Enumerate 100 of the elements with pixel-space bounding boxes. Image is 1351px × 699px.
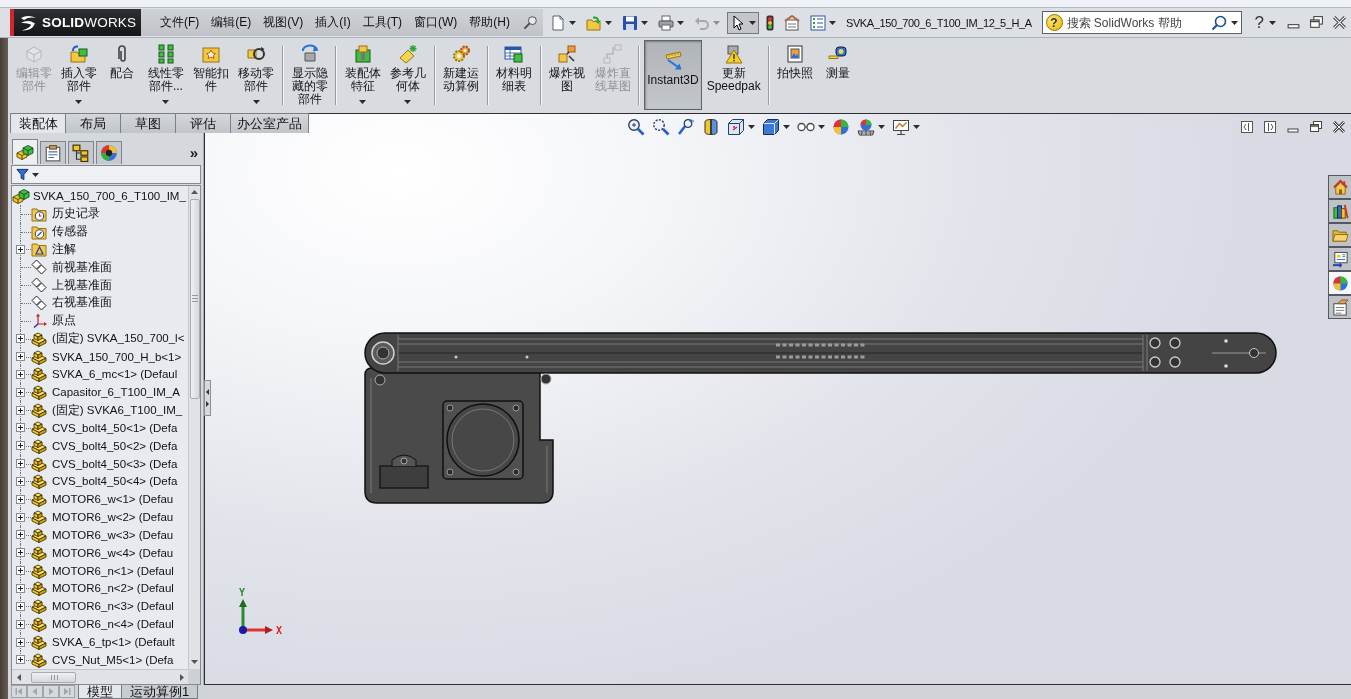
toolbar-button[interactable]	[727, 11, 759, 34]
help-button[interactable]: ?	[1254, 12, 1276, 33]
scrollbar-thumb[interactable]	[31, 671, 76, 683]
expand-icon[interactable]	[16, 619, 25, 629]
expand-icon[interactable]	[16, 369, 25, 379]
tree-item[interactable]: 原点	[31, 311, 77, 330]
expand-icon[interactable]	[16, 405, 25, 415]
tab[interactable]: 评估	[175, 113, 231, 133]
expand-icon[interactable]	[16, 512, 25, 522]
close-icon[interactable]	[1332, 119, 1346, 134]
horizontal-scrollbar[interactable]	[12, 669, 188, 684]
expand-icon[interactable]	[16, 387, 25, 397]
menu-item[interactable]: 编辑(E)	[206, 11, 257, 34]
tree-item[interactable]: 上视基准面	[31, 276, 113, 295]
scrollbar-thumb[interactable]	[189, 199, 200, 399]
task-pane-tab[interactable]	[1328, 295, 1351, 319]
expand-icon[interactable]	[16, 601, 25, 611]
toolbar-button[interactable]: 材料明细表	[492, 40, 536, 110]
toolbar-button[interactable]: 配合	[102, 40, 143, 110]
panel-right-icon[interactable]	[1263, 119, 1277, 134]
tree-item[interactable]: CVS_bolt4_50<1> (Defa	[31, 418, 179, 437]
expand-icon[interactable]	[16, 655, 25, 665]
search-icon[interactable]	[1210, 14, 1227, 31]
tab[interactable]: 运动算例1	[121, 685, 199, 699]
tab[interactable]: 装配体	[10, 113, 66, 133]
tree-item[interactable]: SVKA_150_700_H_b<1>	[31, 347, 183, 366]
expand-icon[interactable]	[16, 584, 25, 593]
filter-field[interactable]	[11, 165, 201, 184]
panel-tab[interactable]	[12, 139, 38, 164]
view-button[interactable]	[652, 117, 670, 136]
task-pane-tab[interactable]	[1328, 223, 1351, 247]
expand-icon[interactable]	[16, 352, 25, 361]
tree-item[interactable]: CVS_bolt4_50<3> (Defa	[31, 454, 179, 473]
tree-item[interactable]: MOTOR6_n<4> (Defaul	[31, 615, 175, 634]
expand-icon[interactable]	[16, 423, 25, 433]
toolbar-button[interactable]: 显示隐藏的零部件	[287, 40, 332, 110]
expand-icon[interactable]	[16, 637, 25, 647]
restore-icon[interactable]	[1309, 119, 1323, 134]
tree-item[interactable]: MOTOR6_w<3> (Defau	[31, 526, 175, 544]
view-button[interactable]	[727, 117, 755, 136]
tree-item[interactable]: MOTOR6_w<2> (Defau	[31, 508, 175, 527]
tree-item[interactable]: MOTOR6_n<3> (Defaul	[31, 597, 175, 616]
menu-item[interactable]: 插入(I)	[310, 11, 356, 34]
toolbar-button[interactable]: 智能扣件	[189, 40, 233, 110]
tree-item[interactable]: 前视基准面	[31, 258, 113, 277]
tree-item[interactable]: 传感器	[31, 222, 89, 241]
menu-item[interactable]: 视图(V)	[258, 11, 309, 34]
tree-item[interactable]: CVS_bolt4_50<4> (Defa	[31, 472, 179, 491]
tree-item[interactable]: SVKA_6_tp<1> (Default	[31, 633, 176, 651]
view-button[interactable]	[702, 117, 720, 136]
toolbar-button[interactable]: 线性零部件...	[144, 40, 188, 110]
view-button[interactable]	[892, 117, 920, 136]
toolbar-button[interactable]: 新建运动算例	[439, 40, 483, 110]
tree-item[interactable]: CVS_Nut_M5<1> (Defa	[31, 650, 175, 669]
tree-item[interactable]: MOTOR6_w<1> (Defau	[31, 490, 175, 509]
search-input[interactable]: 搜索 SolidWorks 帮助	[1066, 15, 1207, 30]
toolbar-button[interactable]: 拍快照	[773, 40, 816, 110]
task-pane-tab[interactable]	[1328, 175, 1351, 199]
expand-icon[interactable]	[16, 441, 25, 451]
expand-icon[interactable]	[16, 476, 25, 486]
tree-item[interactable]: 右视基准面	[31, 294, 113, 312]
expand-icon[interactable]	[16, 334, 25, 344]
tab[interactable]: 办公室产品	[230, 113, 309, 133]
tree-item[interactable]: SVKA_150_700_6_T100_IM_	[12, 187, 187, 205]
tree-item[interactable]: (固定) SVKA6_T100_IM_	[31, 401, 184, 419]
expand-icon[interactable]	[16, 530, 25, 540]
pin-icon[interactable]	[523, 15, 538, 30]
expand-icon[interactable]	[16, 494, 25, 504]
tree-item[interactable]: MOTOR6_n<1> (Defaul	[31, 561, 175, 580]
view-button[interactable]	[857, 117, 885, 136]
tree-item[interactable]: SVKA_6_mc<1> (Defaul	[31, 365, 179, 384]
panel-tab[interactable]	[40, 141, 66, 164]
menu-item[interactable]: 文件(F)	[155, 11, 205, 34]
close-icon[interactable]	[1332, 15, 1347, 30]
toolbar-button[interactable]: Instant3D	[644, 40, 702, 110]
expand-icon[interactable]	[16, 244, 25, 254]
menu-item[interactable]: 工具(T)	[357, 11, 407, 34]
handle-arrows-icon[interactable]	[204, 380, 211, 416]
expand-icon[interactable]	[16, 548, 25, 558]
toolbar-button[interactable]: 测量	[817, 40, 858, 110]
task-pane-tab[interactable]	[1328, 199, 1351, 223]
tree-item[interactable]: 历史记录	[31, 204, 101, 223]
view-button[interactable]	[677, 117, 695, 136]
panel-tab[interactable]	[96, 141, 122, 164]
tree-item[interactable]: (固定) SVKA_150_700_l<	[31, 329, 186, 348]
tab[interactable]: 布局	[65, 113, 121, 133]
toolbar-button[interactable]: 移动零部件	[234, 40, 278, 110]
tree-item[interactable]: 注解	[31, 240, 77, 259]
vertical-scrollbar[interactable]	[188, 186, 200, 669]
search-field[interactable]: ? 搜索 SolidWorks 帮助	[1041, 11, 1242, 34]
expand-icon[interactable]	[16, 566, 25, 576]
toolbar-button[interactable]: 装配体特征	[341, 40, 385, 110]
more-tabs-button[interactable]: »	[186, 145, 201, 161]
task-pane-tab[interactable]	[1328, 271, 1351, 295]
menu-item[interactable]: 帮助(H)	[464, 11, 515, 34]
tree-item[interactable]: CVS_bolt4_50<2> (Defa	[31, 436, 179, 455]
tab[interactable]: 模型	[78, 685, 122, 699]
view-button[interactable]	[797, 121, 825, 132]
toolbar-button[interactable]: 插入零部件	[57, 40, 101, 110]
view-button[interactable]	[762, 117, 790, 136]
